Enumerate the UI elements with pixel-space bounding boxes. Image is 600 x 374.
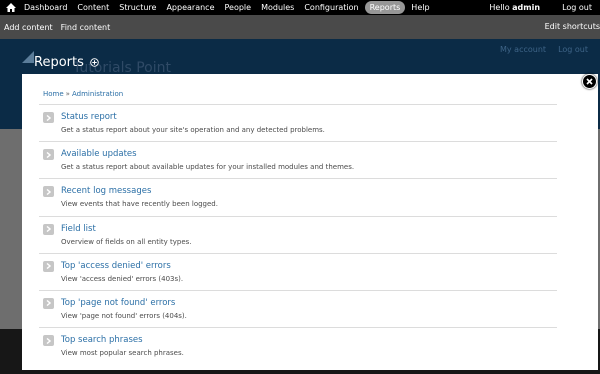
chevron-right-icon[interactable] bbox=[43, 186, 54, 198]
menu-item-configuration[interactable]: Configuration bbox=[299, 1, 363, 14]
shortcut-add-content[interactable]: Add content bbox=[0, 23, 57, 32]
breadcrumb-separator: » bbox=[65, 90, 70, 98]
breadcrumb-administration[interactable]: Administration bbox=[72, 90, 123, 98]
reports-list: Status report Get a status report about y… bbox=[39, 104, 557, 364]
report-description: Get a status report about available upda… bbox=[61, 163, 355, 172]
list-item: Available updates Get a status report abo… bbox=[39, 141, 557, 178]
list-item: Status report Get a status report about y… bbox=[39, 104, 557, 141]
plus-circle-icon[interactable] bbox=[90, 58, 99, 67]
list-item: Top 'access denied' errors View 'access d… bbox=[39, 252, 557, 290]
report-description: Overview of fields on all entity types. bbox=[61, 237, 192, 246]
background-user-links: My account Log out bbox=[500, 45, 600, 54]
page-title: Reports bbox=[34, 55, 84, 70]
list-item: Top 'page not found' errors View 'page no… bbox=[39, 289, 557, 327]
list-item: Top search phrases View most popular sear… bbox=[39, 327, 557, 364]
log-out-link-background: Log out bbox=[558, 45, 588, 54]
report-description: View most popular search phrases. bbox=[61, 349, 184, 358]
menu-item-reports[interactable]: Reports bbox=[364, 1, 406, 14]
hello-text: Hello admin bbox=[489, 3, 541, 12]
menu-item-help[interactable]: Help bbox=[406, 1, 434, 14]
chevron-right-icon[interactable] bbox=[43, 335, 54, 347]
list-item: Recent log messages View events that have… bbox=[39, 178, 557, 215]
chevron-right-icon[interactable] bbox=[43, 112, 54, 123]
menu-item-appearance[interactable]: Appearance bbox=[161, 1, 219, 14]
overlay-title: Reports bbox=[34, 55, 99, 70]
report-link[interactable]: Top 'access denied' errors bbox=[61, 261, 171, 271]
my-account-link: My account bbox=[500, 45, 547, 54]
report-description: Get a status report about your site's op… bbox=[61, 126, 325, 134]
report-description: View 'access denied' errors (403s). bbox=[61, 274, 184, 283]
chevron-right-icon[interactable] bbox=[43, 149, 54, 161]
report-link[interactable]: Status report bbox=[61, 112, 117, 122]
admin-menu: Dashboard Content Structure Appearance Peopl… bbox=[19, 0, 435, 15]
user-area: Hello admin Log out bbox=[489, 0, 592, 15]
logo-shape bbox=[22, 51, 34, 63]
breadcrumb: Home» Administration bbox=[43, 90, 123, 98]
menu-item-content[interactable]: Content bbox=[72, 1, 114, 14]
edit-shortcuts-link[interactable]: Edit shortcuts bbox=[541, 15, 600, 39]
report-link[interactable]: Top 'page not found' errors bbox=[61, 298, 175, 308]
username: admin bbox=[512, 3, 541, 12]
report-link[interactable]: Recent log messages bbox=[61, 186, 151, 196]
logout-link[interactable]: Log out bbox=[562, 3, 592, 12]
close-icon[interactable] bbox=[582, 74, 597, 89]
overlay-panel: Home» Administration Status report Get a s… bbox=[22, 74, 598, 370]
menu-item-people[interactable]: People bbox=[220, 1, 257, 14]
report-description: View 'page not found' errors (404s). bbox=[61, 311, 187, 320]
admin-toolbar: Dashboard Content Structure Appearance Peopl… bbox=[0, 0, 600, 15]
chevron-right-icon[interactable] bbox=[43, 223, 54, 235]
report-description: View events that have recently been logg… bbox=[61, 200, 218, 209]
menu-item-structure[interactable]: Structure bbox=[114, 1, 161, 14]
shortcut-find-content[interactable]: Find content bbox=[57, 23, 115, 32]
home-icon[interactable] bbox=[3, 0, 19, 15]
list-item: Field list Overview of fields on all enti… bbox=[39, 215, 557, 253]
breadcrumb-home[interactable]: Home bbox=[43, 90, 64, 98]
chevron-right-icon[interactable] bbox=[43, 260, 54, 272]
menu-item-dashboard[interactable]: Dashboard bbox=[19, 1, 72, 14]
chevron-right-icon[interactable] bbox=[43, 297, 54, 309]
report-link[interactable]: Top search phrases bbox=[61, 335, 143, 345]
report-link[interactable]: Available updates bbox=[61, 149, 137, 159]
shortcuts-bar: Add content Find content Edit shortcuts bbox=[0, 15, 600, 39]
report-link[interactable]: Field list bbox=[61, 224, 96, 234]
menu-item-modules[interactable]: Modules bbox=[256, 1, 299, 14]
